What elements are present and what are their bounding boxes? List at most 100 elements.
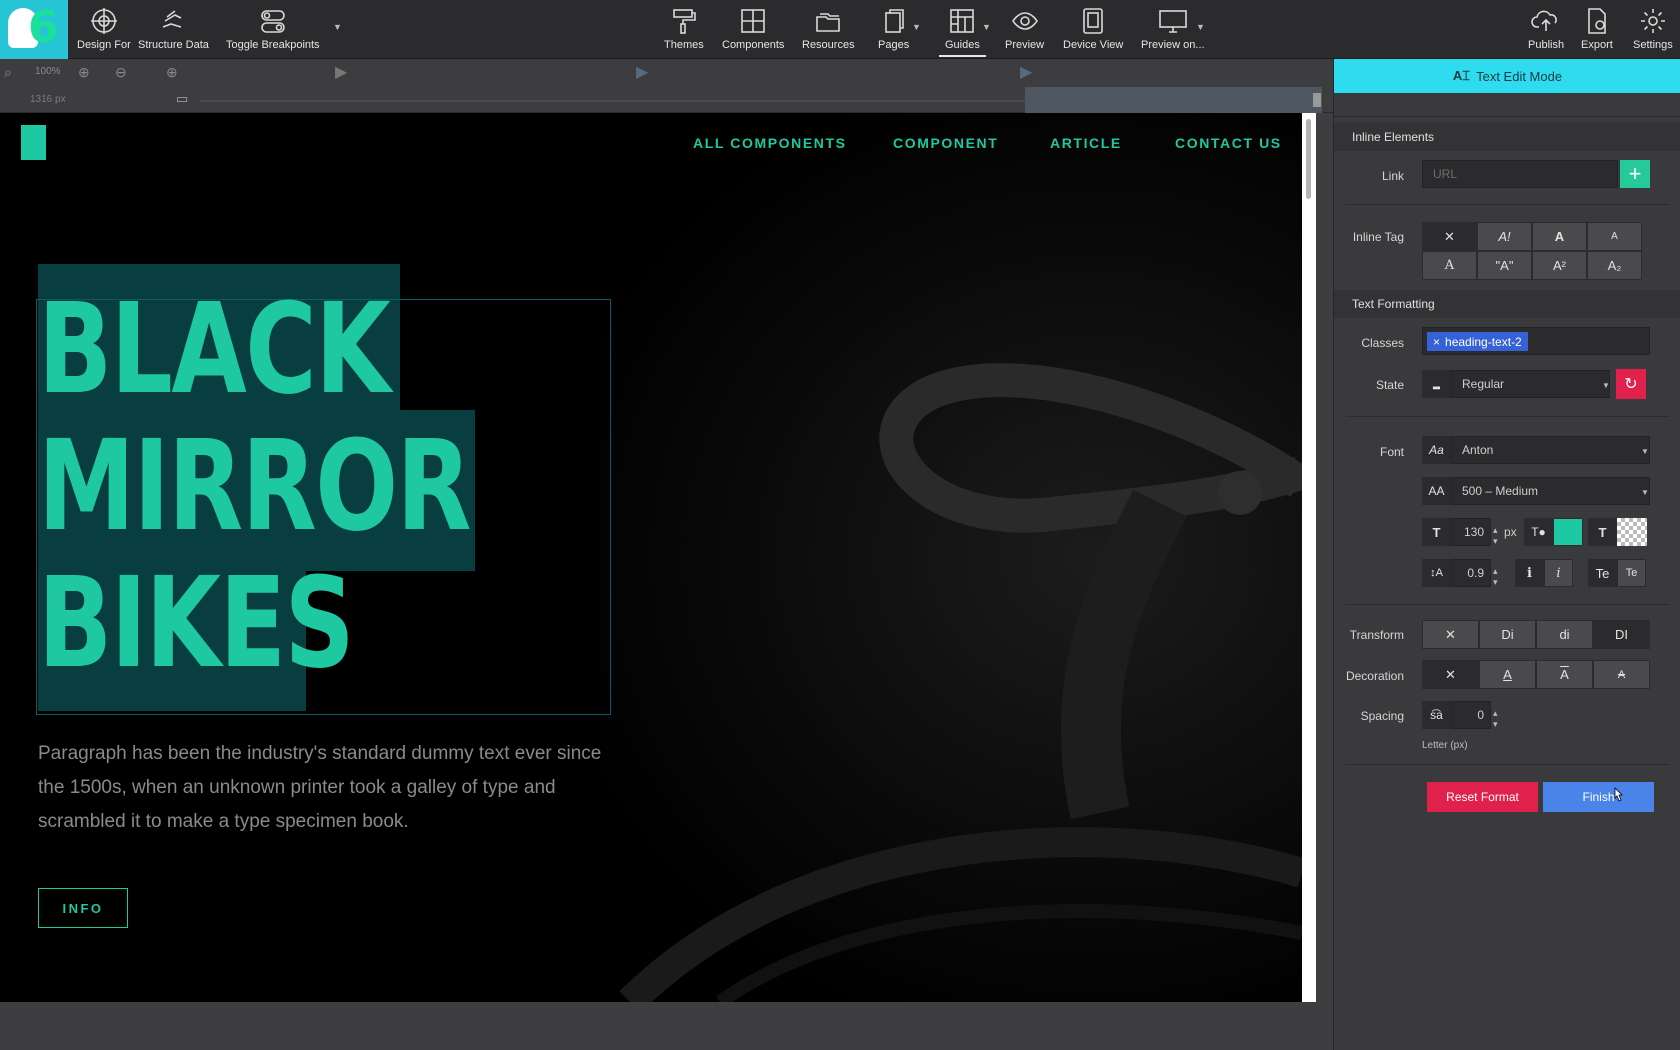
- panel-strip: [1334, 93, 1680, 117]
- decoration-strikethrough-button[interactable]: A: [1593, 660, 1650, 689]
- guides-dropdown-icon[interactable]: ▼: [982, 22, 991, 32]
- design-for-button[interactable]: Design For: [77, 6, 131, 51]
- preview-button[interactable]: Preview: [1005, 6, 1044, 51]
- inline-tag-code[interactable]: A: [1422, 251, 1477, 280]
- export-button[interactable]: Export: [1581, 6, 1613, 51]
- decoration-none-button[interactable]: ✕: [1422, 660, 1479, 689]
- divider: [1346, 764, 1669, 765]
- text-cursor-icon: A⌶: [1452, 68, 1471, 83]
- stepper-arrows-icon[interactable]: ▴ ▾: [1493, 708, 1498, 730]
- scrollbar-thumb[interactable]: [1306, 119, 1311, 199]
- font-family-select[interactable]: Anton: [1451, 436, 1650, 464]
- stepper-arrows-icon[interactable]: ▴ ▾: [1493, 525, 1498, 547]
- nav-contact-us[interactable]: CONTACT US: [1175, 135, 1282, 151]
- transform-uppercase-button[interactable]: DI: [1593, 620, 1650, 649]
- ruler-handle[interactable]: [1313, 93, 1321, 107]
- inline-tag-superscript[interactable]: A²: [1532, 251, 1587, 280]
- pages-dropdown-icon[interactable]: ▼: [912, 22, 921, 32]
- class-chip[interactable]: × heading-text-2: [1427, 332, 1528, 351]
- font-size-unit[interactable]: px: [1504, 525, 1517, 539]
- finish-button[interactable]: Finish: [1543, 782, 1654, 812]
- export-label: Export: [1581, 39, 1613, 51]
- letter-spacing-icon: s͡a: [1422, 701, 1451, 729]
- pages-button[interactable]: Pages: [878, 6, 909, 51]
- add-link-button[interactable]: +: [1620, 160, 1650, 188]
- text-case-smallcaps-button[interactable]: Te: [1617, 559, 1646, 587]
- divider: [1346, 604, 1669, 605]
- device-view-button[interactable]: Device View: [1063, 6, 1123, 51]
- inline-tag-none[interactable]: ✕: [1422, 222, 1477, 251]
- components-button[interactable]: Components: [722, 6, 784, 51]
- decoration-overline-button[interactable]: A: [1536, 660, 1593, 689]
- spacing-caption: Letter (px): [1422, 740, 1468, 751]
- toggle-breakpoints-button[interactable]: Toggle Breakpoints: [226, 6, 320, 51]
- site-logo[interactable]: [21, 125, 46, 160]
- transform-none-button[interactable]: ✕: [1422, 620, 1479, 649]
- text-color-swatch[interactable]: [1553, 518, 1583, 546]
- inline-tag-quote[interactable]: "A": [1477, 251, 1532, 280]
- decoration-underline-button[interactable]: A: [1479, 660, 1536, 689]
- inline-tag-emphasis[interactable]: A!: [1477, 222, 1532, 251]
- font-style-normal-button[interactable]: i: [1515, 559, 1544, 587]
- nav-article[interactable]: ARTICLE: [1050, 135, 1122, 151]
- font-weight-select[interactable]: 500 – Medium: [1451, 477, 1650, 505]
- export-file-icon: [1582, 6, 1612, 36]
- structure-data-button[interactable]: Structure Data: [138, 6, 209, 51]
- width-ruler: 1316 px ▭: [0, 87, 1333, 113]
- preview-on-dropdown-icon[interactable]: ▼: [1196, 22, 1205, 32]
- nav-all-components[interactable]: ALL COMPONENTS: [693, 135, 847, 151]
- text-case-normal-button[interactable]: Te: [1588, 559, 1617, 587]
- font-style-italic-button[interactable]: i: [1544, 559, 1573, 587]
- transform-capitalize-button[interactable]: Di: [1479, 620, 1536, 649]
- inline-tag-small[interactable]: A: [1587, 222, 1642, 251]
- inline-tag-subscript[interactable]: A₂: [1587, 251, 1642, 280]
- zoom-search-icon[interactable]: ⌕: [4, 64, 12, 81]
- app-logo[interactable]: 6: [0, 0, 68, 59]
- zoom-plus-icon[interactable]: ⊕: [166, 64, 178, 81]
- zoom-minus-icon[interactable]: ⊖: [115, 64, 127, 81]
- link-url-input[interactable]: URL: [1422, 160, 1618, 188]
- preview-on-label: Preview on...: [1141, 39, 1205, 51]
- inline-tag-label: Inline Tag: [1352, 230, 1404, 244]
- mouse-pointer-icon: [1614, 787, 1623, 802]
- letter-spacing-input[interactable]: 0: [1451, 701, 1491, 729]
- inline-tag-strong[interactable]: A: [1532, 222, 1587, 251]
- text-edit-panel: A⌶ Text Edit Mode Inline Elements Link U…: [1333, 59, 1680, 1050]
- nav-component[interactable]: COMPONENT: [893, 135, 998, 151]
- resources-button[interactable]: Resources: [802, 6, 855, 51]
- publish-button[interactable]: Publish: [1528, 6, 1564, 51]
- desktop-icon[interactable]: ▭: [176, 91, 188, 107]
- breakpoint-marker-icon[interactable]: ▶: [335, 62, 347, 82]
- breakpoint-marker-icon[interactable]: ▶: [636, 62, 648, 82]
- divider: [1346, 204, 1669, 205]
- transform-label: Transform: [1349, 628, 1404, 642]
- components-label: Components: [722, 39, 785, 51]
- guides-button[interactable]: Guides: [939, 6, 986, 57]
- remove-class-icon[interactable]: ×: [1433, 335, 1440, 349]
- design-canvas[interactable]: ALL COMPONENTS COMPONENT ARTICLE CONTACT…: [0, 113, 1302, 1002]
- state-select[interactable]: Regular: [1451, 370, 1610, 398]
- components-grid-icon: [738, 6, 768, 36]
- transform-lowercase-button[interactable]: di: [1536, 620, 1593, 649]
- hero-heading[interactable]: BLACK MIRROR BIKES: [38, 281, 472, 692]
- line-height-input[interactable]: 0.9: [1451, 559, 1491, 587]
- cloud-upload-icon: [1531, 6, 1561, 36]
- themes-label: Themes: [664, 39, 704, 51]
- class-chip-label: heading-text-2: [1445, 334, 1522, 349]
- stepper-arrows-icon[interactable]: ▴ ▾: [1493, 566, 1498, 588]
- reset-format-button[interactable]: Reset Format: [1427, 782, 1538, 812]
- text-edit-mode-header: A⌶ Text Edit Mode: [1334, 59, 1680, 93]
- breakpoints-dropdown-icon[interactable]: ▼: [333, 22, 342, 32]
- info-button[interactable]: INFO: [38, 888, 128, 928]
- hero-paragraph[interactable]: Paragraph has been the industry's standa…: [38, 737, 618, 839]
- font-family-icon: Aa: [1422, 436, 1451, 464]
- settings-button[interactable]: Settings: [1633, 6, 1673, 51]
- zoom-in-icon[interactable]: ⊕: [78, 64, 90, 81]
- reset-state-button[interactable]: ↻: [1616, 369, 1646, 399]
- breakpoint-marker-icon[interactable]: ▶: [1020, 62, 1032, 82]
- chevron-down-icon: ▼: [1602, 381, 1610, 390]
- background-color-swatch[interactable]: [1617, 518, 1647, 546]
- canvas-scrollbar[interactable]: [1302, 113, 1316, 1002]
- font-size-input[interactable]: 130: [1451, 518, 1491, 546]
- themes-button[interactable]: Themes: [664, 6, 704, 51]
